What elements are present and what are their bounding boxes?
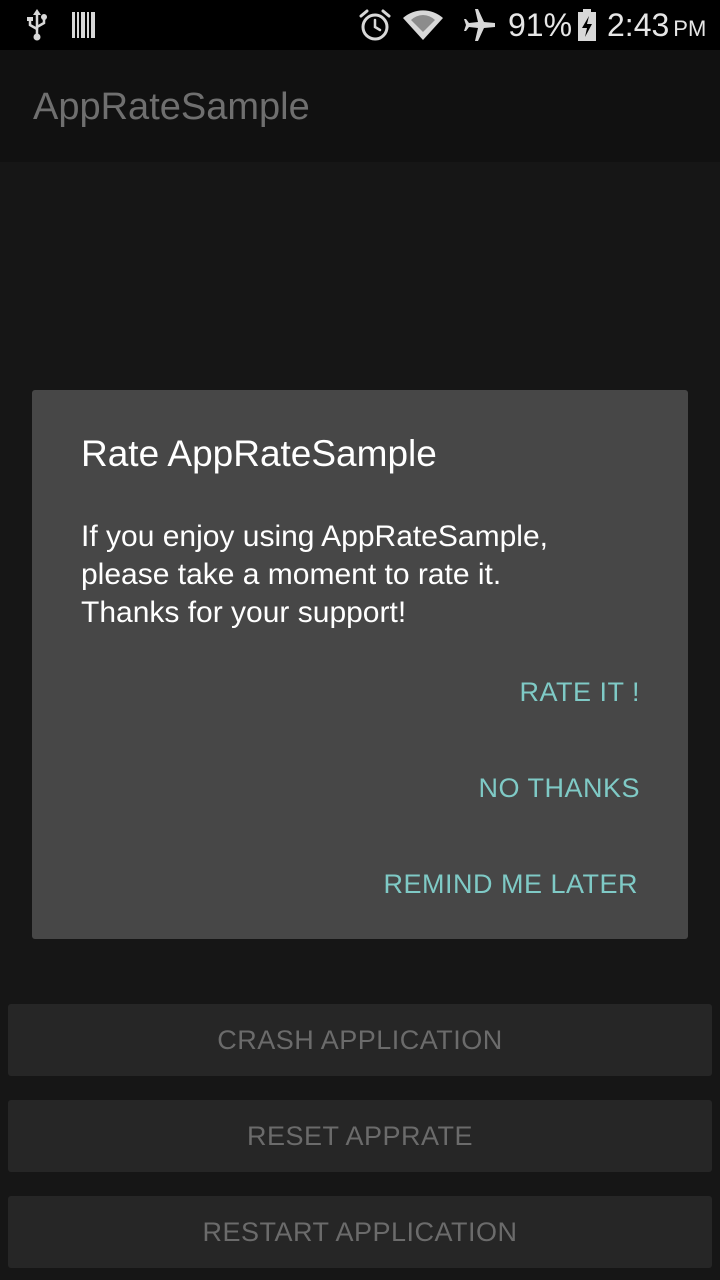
app-title: AppRateSample xyxy=(33,86,310,128)
screen: 91% 2:43 PM AppRateSample CRASH APPLICATI… xyxy=(0,0,720,1280)
dialog-message-line: Thanks for your support! xyxy=(81,596,407,629)
alarm-clock-icon xyxy=(358,0,392,50)
rate-dialog: Rate AppRateSample If you enjoy using Ap… xyxy=(32,390,688,939)
clock: 2:43 PM xyxy=(607,6,706,48)
airplane-mode-icon xyxy=(462,0,498,50)
dialog-message-line: If you enjoy using AppRateSample, xyxy=(81,520,548,553)
rate-it-button[interactable]: RATE IT ! xyxy=(519,674,640,710)
no-thanks-button[interactable]: NO THANKS xyxy=(478,770,640,806)
battery-charging-icon xyxy=(576,0,598,50)
barcode-icon xyxy=(72,0,96,50)
reset-apprate-button[interactable]: RESET APPRATE xyxy=(8,1100,712,1172)
usb-icon xyxy=(22,0,52,50)
remind-me-later-button[interactable]: REMIND ME LATER xyxy=(383,866,638,902)
battery-percent: 91% xyxy=(508,7,573,43)
status-bar: 91% 2:43 PM xyxy=(0,0,720,50)
dialog-message-line: please take a moment to rate it. xyxy=(81,558,502,591)
dialog-message: If you enjoy using AppRateSample, please… xyxy=(81,518,641,632)
clock-ampm: PM xyxy=(673,16,707,41)
dialog-title: Rate AppRateSample xyxy=(81,433,437,474)
action-bar: AppRateSample xyxy=(0,50,720,162)
restart-application-button[interactable]: RESTART APPLICATION xyxy=(8,1196,712,1268)
crash-application-button[interactable]: CRASH APPLICATION xyxy=(8,1004,712,1076)
wifi-icon xyxy=(402,0,444,50)
clock-time: 2:43 xyxy=(607,7,670,43)
